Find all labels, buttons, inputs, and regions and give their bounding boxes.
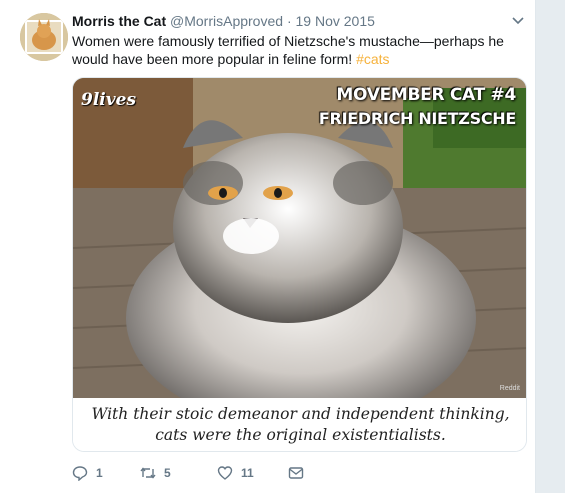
tweet-card[interactable]: Morris the Cat @MorrisApproved · 19 Nov …	[0, 0, 536, 493]
image-title-line1: MOVEMBER CAT #4	[336, 85, 516, 105]
avatar[interactable]	[20, 13, 68, 61]
caption-line-1: With their stoic demeanor and independen…	[91, 405, 510, 423]
brand-logo: 9lives	[81, 90, 137, 110]
image-caption-area: With their stoic demeanor and independen…	[73, 398, 526, 451]
like-icon	[217, 466, 233, 480]
tweet-body: Women were famously terrified of Nietzsc…	[72, 33, 504, 67]
tweet-date[interactable]: 19 Nov 2015	[296, 13, 375, 29]
retweet-icon	[140, 467, 156, 479]
image-credit: Reddit	[499, 385, 520, 392]
image-title-line2: FRIEDRICH NIETZSCHE	[318, 109, 516, 128]
like-count: 11	[241, 466, 254, 480]
caption-line-2: cats were the original existentialists.	[155, 426, 446, 444]
author-handle[interactable]: @MorrisApproved	[170, 13, 283, 29]
message-button[interactable]	[288, 465, 304, 481]
reply-button[interactable]: 1	[72, 465, 103, 481]
author-name[interactable]: Morris the Cat	[72, 13, 166, 29]
reply-count: 1	[96, 466, 103, 480]
tweet-text: Women were famously terrified of Nietzsc…	[72, 32, 522, 68]
reply-icon	[72, 466, 88, 481]
separator-dot: ·	[286, 13, 292, 29]
image-caption: With their stoic demeanor and independen…	[73, 404, 526, 446]
chevron-down-icon[interactable]	[511, 14, 525, 28]
hashtag-link[interactable]: #cats	[356, 51, 389, 67]
retweet-count: 5	[164, 466, 171, 480]
retweet-button[interactable]: 5	[140, 465, 171, 481]
tweet-media[interactable]: 9lives MOVEMBER CAT #4 FRIEDRICH NIETZSC…	[72, 77, 527, 452]
like-button[interactable]: 11	[217, 465, 254, 481]
tweet-header: Morris the Cat @MorrisApproved · 19 Nov …	[72, 13, 375, 29]
message-icon	[288, 467, 304, 479]
